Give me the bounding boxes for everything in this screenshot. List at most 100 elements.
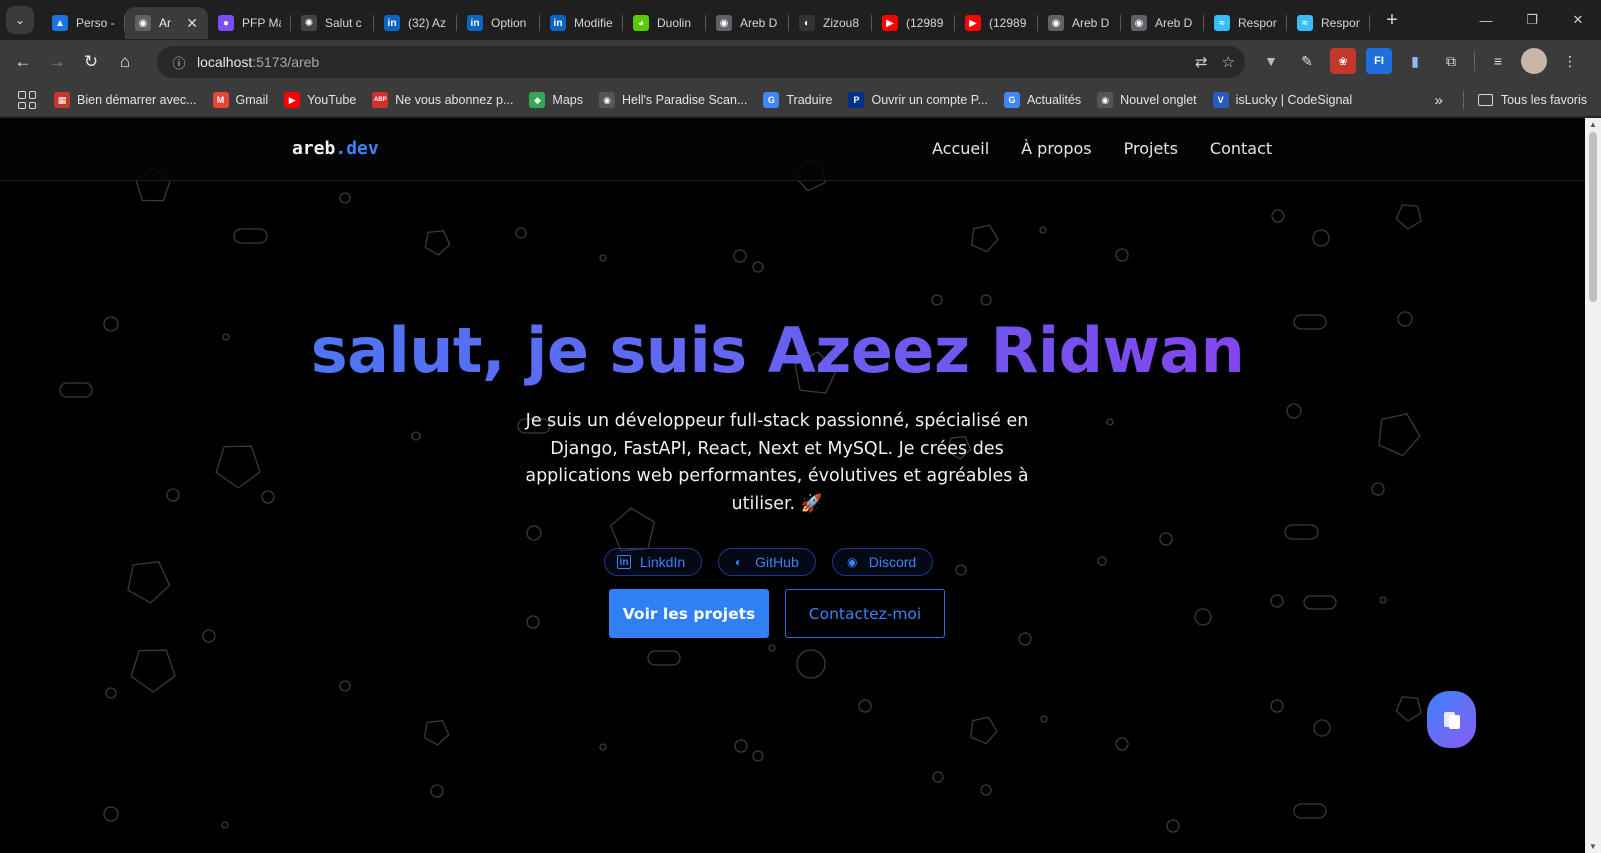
scroll-up-arrow-icon[interactable]: ▲ [1588, 120, 1598, 129]
profile-avatar[interactable] [1521, 48, 1547, 74]
logo-text: areb [292, 138, 336, 159]
bookmark-favicon-icon: ▦ [54, 92, 70, 108]
address-bar[interactable]: ⓘ localhost:5173/areb ⇄ ☆ [157, 46, 1245, 78]
close-tab-icon[interactable]: ✕ [186, 15, 198, 32]
vue-devtools-icon[interactable]: ▼ [1258, 48, 1284, 74]
media-control-icon[interactable]: ≡ [1485, 48, 1511, 74]
nav-link-accueil[interactable]: Accueil [932, 139, 989, 158]
site-navbar: areb.dev Accueil À propos Projets Contac… [0, 118, 1585, 181]
tab-search-button[interactable]: ⌄ [6, 6, 34, 34]
bookmark-item[interactable]: P Ouvrir un compte P... [848, 92, 988, 108]
tab-favicon-icon: ◉ [135, 15, 151, 31]
bookmark-item[interactable]: ▦ Bien démarrer avec... [54, 92, 197, 108]
browser-tab[interactable]: ◉ Areb D [706, 7, 789, 39]
folder-icon [1477, 94, 1493, 106]
bookmark-item[interactable]: ◆ Maps [529, 92, 583, 108]
site-nav-links: Accueil À propos Projets Contact [932, 139, 1272, 158]
eyedropper-icon[interactable]: ✎ [1294, 48, 1320, 74]
scrollbar-thumb[interactable] [1589, 132, 1597, 302]
bookmark-item[interactable]: M Gmail [212, 92, 268, 108]
minimize-button[interactable]: — [1463, 0, 1509, 40]
all-bookmarks-link[interactable]: Tous les favoris [1501, 93, 1587, 107]
tab-title: (32) Az [408, 16, 447, 30]
tab-title: (12989 [989, 16, 1027, 30]
url-path: :5173/areb [252, 54, 320, 70]
bookmark-item[interactable]: G Traduire [763, 92, 832, 108]
tab-title: Option [491, 16, 527, 30]
bookmark-favicon-icon: ABP [372, 92, 389, 108]
arrow-right-icon: → [48, 52, 66, 71]
bookmark-item[interactable]: ▶ YouTube [284, 92, 356, 108]
floating-clipboard-button[interactable] [1427, 691, 1476, 748]
browser-tab[interactable]: ≈ Respon [1287, 7, 1370, 39]
bookmark-label: Maps [552, 93, 583, 107]
close-window-button[interactable]: ✕ [1555, 0, 1601, 40]
bookmark-item[interactable]: ◉ Hell's Paradise Scan... [599, 92, 747, 108]
browser-tab[interactable]: in Option [457, 7, 540, 39]
extension-clipboard-icon[interactable]: ▮ [1402, 48, 1428, 74]
extension-red-icon[interactable]: ❀ [1330, 48, 1356, 74]
browser-tab[interactable]: in Modifie [540, 7, 623, 39]
tab-favicon-icon: ▲ [52, 15, 68, 31]
reload-button[interactable]: ↻ [74, 45, 108, 79]
bookmark-item[interactable]: VisLucky | CodeSignal [1212, 92, 1352, 108]
nav-link-a-propos[interactable]: À propos [1021, 139, 1091, 158]
browser-tab[interactable]: ▶ (12989 [955, 7, 1038, 39]
translate-icon[interactable]: ⇄ [1195, 53, 1208, 71]
bookmark-favicon-icon: M [212, 92, 229, 108]
bookmark-item[interactable]: ABP Ne vous abonnez p... [372, 92, 513, 108]
bookmark-favicon-icon: ▶ [284, 92, 301, 108]
forward-button[interactable]: → [40, 45, 74, 79]
bookmark-label: Actualités [1026, 93, 1082, 107]
browser-tab[interactable]: ✺ Salut c [291, 7, 374, 39]
linkedin-icon: in [617, 555, 631, 569]
web-page: areb.dev Accueil À propos Projets Contac… [0, 118, 1585, 853]
github-button[interactable]: ◐ GitHub [718, 548, 816, 576]
tab-favicon-icon: ◐ [799, 15, 815, 31]
apps-grid-icon[interactable] [18, 91, 36, 109]
tab-favicon-icon: ◉ [716, 15, 732, 31]
chevron-double-right-icon[interactable]: » [1435, 92, 1443, 109]
bookmark-favicon-icon: ◆ [529, 92, 546, 108]
browser-tab[interactable]: ◉ Areb D [1038, 7, 1121, 39]
bookmark-star-icon[interactable]: ☆ [1222, 53, 1235, 71]
bookmark-item[interactable]: ◉ Nouvel onglet [1097, 92, 1197, 108]
scroll-down-arrow-icon[interactable]: ▼ [1588, 842, 1598, 851]
tab-title: Areb D [740, 16, 778, 30]
contact-me-button[interactable]: Contactez-moi [785, 589, 945, 638]
discord-button[interactable]: ◉ Discord [831, 548, 934, 576]
nav-link-projets[interactable]: Projets [1124, 139, 1178, 158]
browser-tab[interactable]: ◉ Areb D [1121, 7, 1204, 39]
extension-font-icon[interactable]: FI [1366, 48, 1392, 74]
site-logo[interactable]: areb.dev [292, 138, 379, 159]
browser-tab[interactable]: ▶ (12989 [872, 7, 955, 39]
tab-favicon-icon: in [384, 15, 400, 31]
extensions-puzzle-icon[interactable]: ⧉ [1438, 48, 1464, 74]
linkedin-button[interactable]: in LinkdIn [604, 548, 703, 576]
browser-tab[interactable]: in (32) Az [374, 7, 457, 39]
browser-tab[interactable]: ◉ Ar ✕ [125, 7, 208, 39]
tab-title: PFP Ma [242, 16, 281, 30]
view-projects-button[interactable]: Voir les projets [609, 589, 769, 638]
new-tab-button[interactable]: + [1380, 9, 1404, 32]
browser-tab[interactable]: ◐ Zizou8 [789, 7, 872, 39]
browser-tab[interactable]: ◕ Duolin [623, 7, 706, 39]
tab-favicon-icon: ≈ [1214, 15, 1230, 31]
page-scrollbar[interactable]: ▲ ▼ [1585, 118, 1601, 853]
hero-title: salut, je suis Azeez Ridwan [0, 314, 1555, 387]
back-button[interactable]: ← [6, 45, 40, 79]
discord-icon: ◉ [846, 555, 858, 569]
bookmark-item[interactable]: G Actualités [1003, 92, 1082, 108]
more-menu-icon[interactable]: ⋮ [1557, 48, 1583, 74]
home-button[interactable]: ⌂ [108, 45, 142, 79]
nav-link-contact[interactable]: Contact [1210, 139, 1272, 158]
bookmark-favicon-icon: ◉ [599, 92, 615, 108]
url-text[interactable]: localhost:5173/areb [197, 54, 319, 70]
browser-tab[interactable]: ● PFP Ma [208, 7, 291, 39]
window-controls: — ❐ ✕ [1463, 0, 1601, 40]
site-info-icon[interactable]: ⓘ [165, 53, 193, 72]
restore-button[interactable]: ❐ [1509, 0, 1555, 40]
browser-tab-strip: ⌄ ▲ Perso - ◉ Ar ✕ ● PFP Ma ✺ Salut c in (32) Az in… [0, 0, 1601, 40]
browser-tab[interactable]: ▲ Perso - [42, 7, 125, 39]
browser-tab[interactable]: ≈ Respon [1204, 7, 1287, 39]
